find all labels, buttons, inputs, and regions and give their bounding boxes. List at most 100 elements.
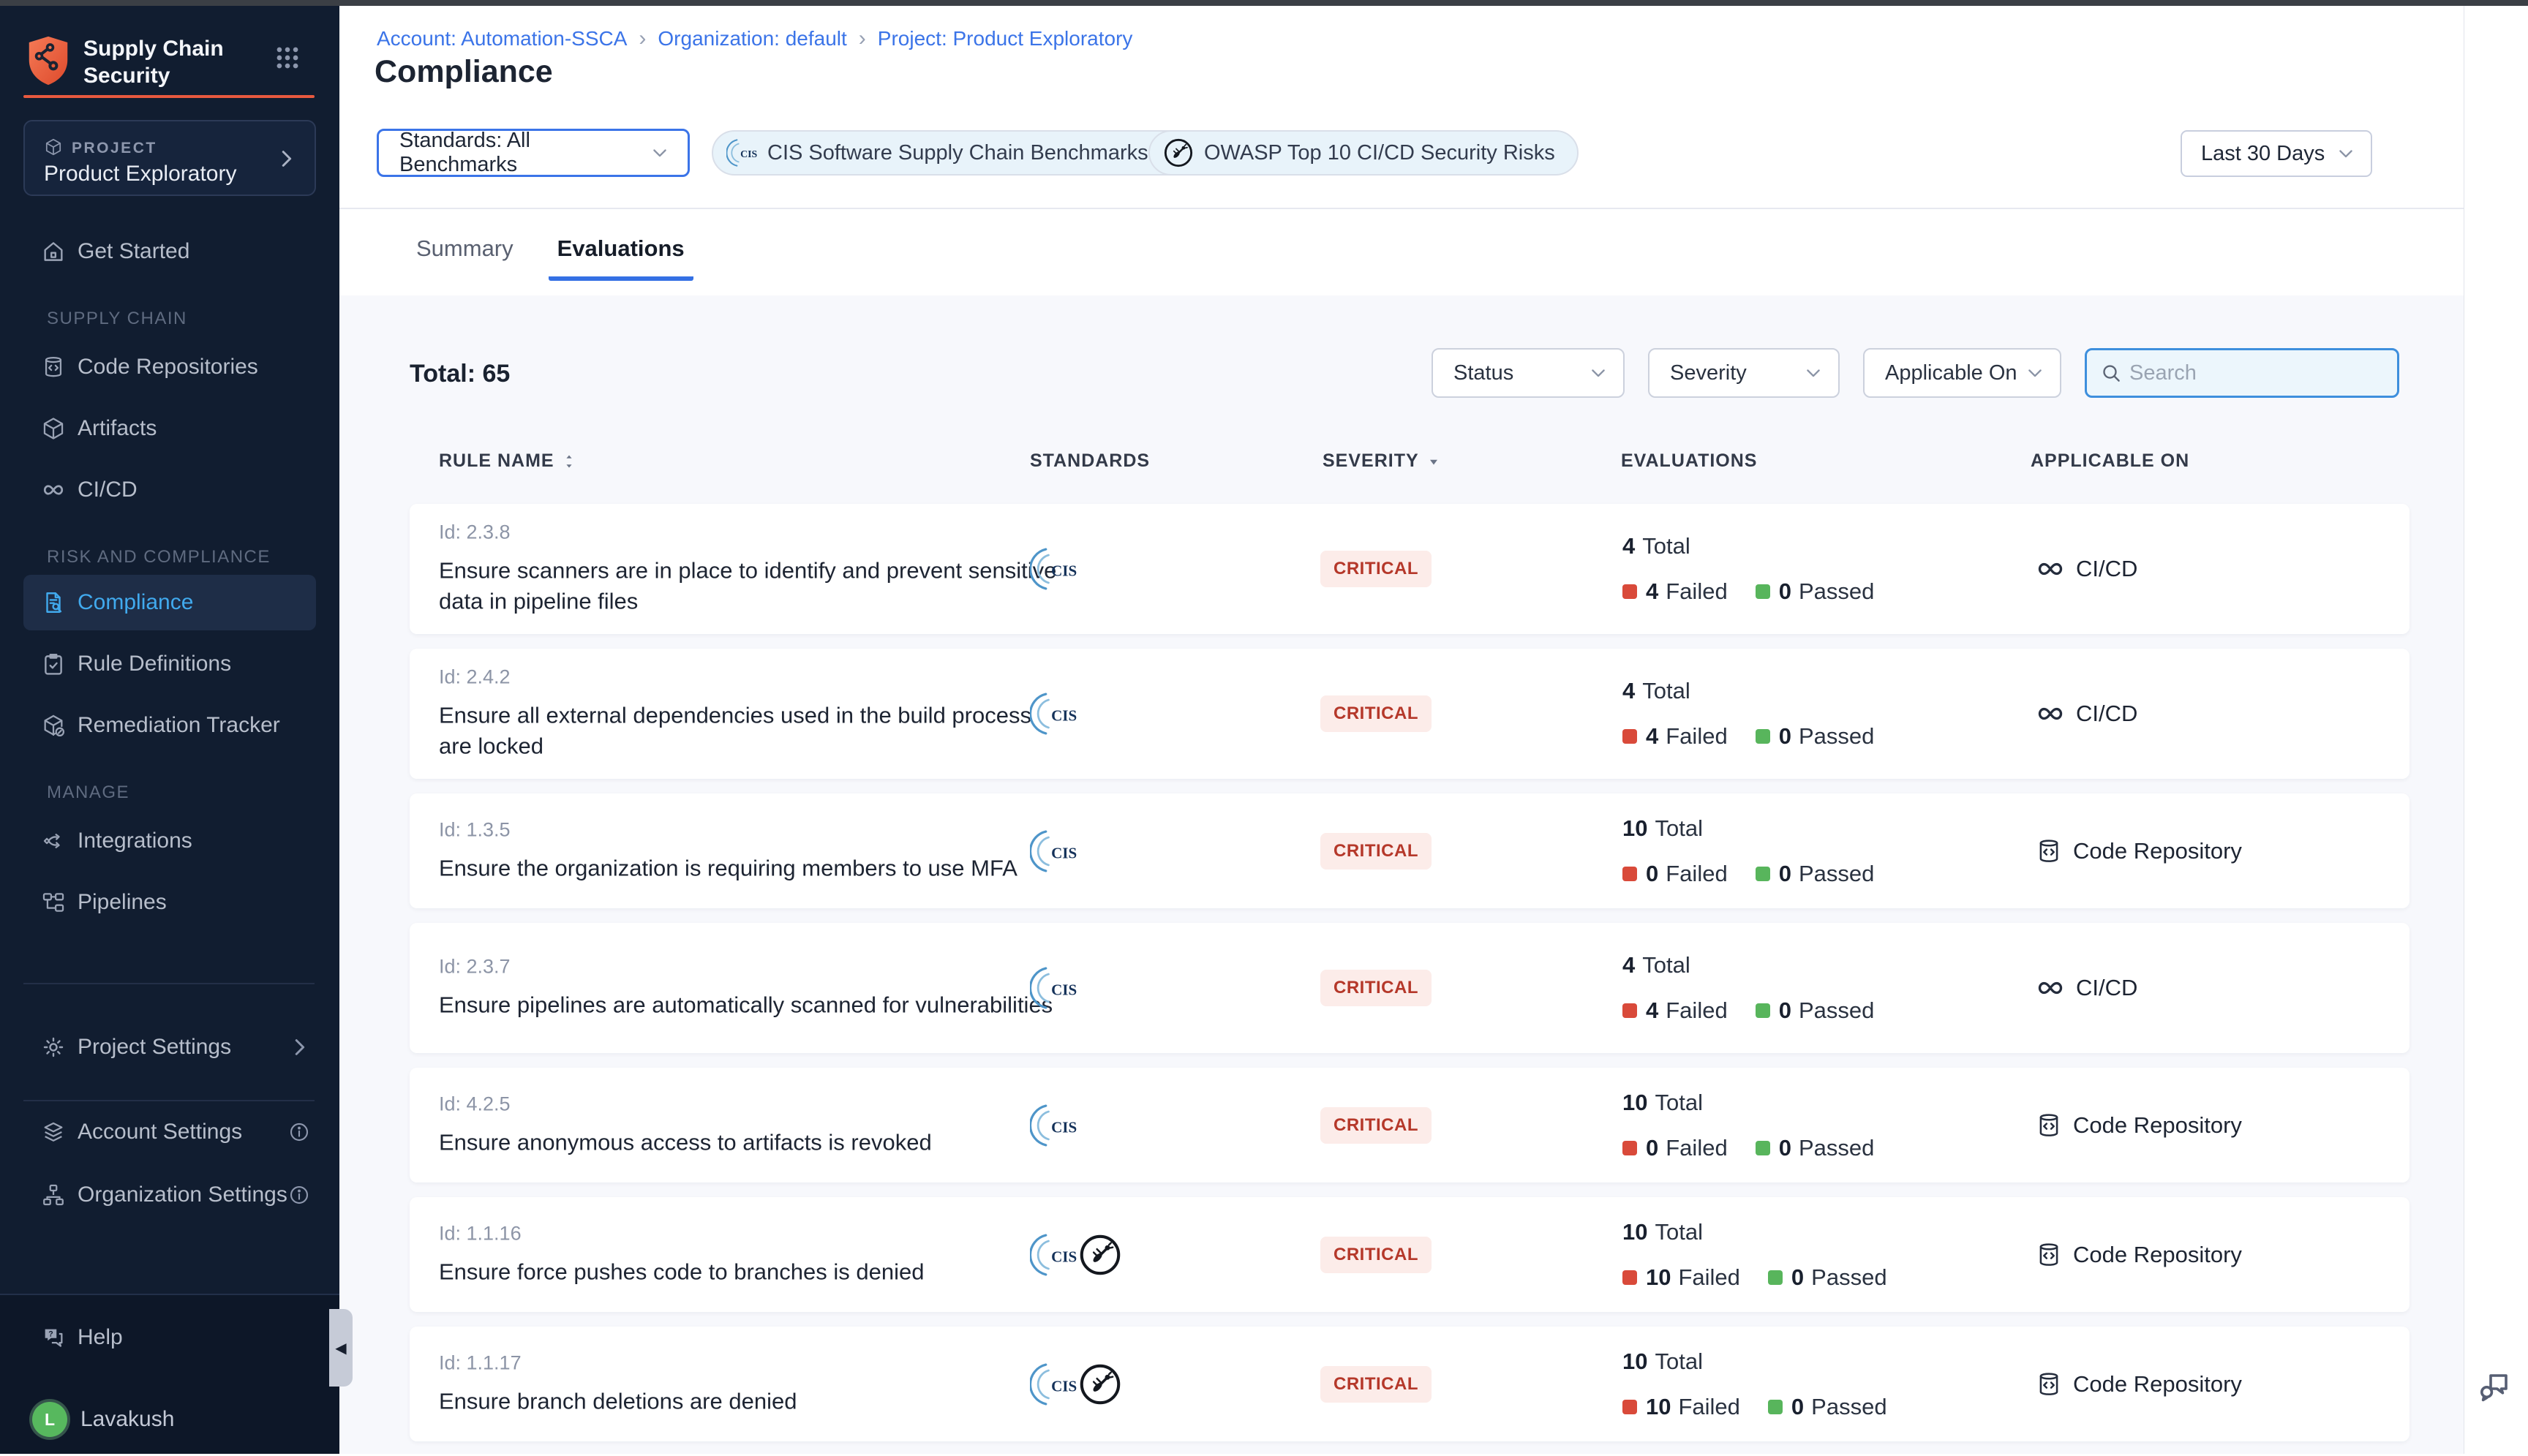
info-icon: [288, 1184, 310, 1206]
sidebar-item-label: CI/CD: [78, 478, 138, 502]
sidebar-item-project-settings[interactable]: Project Settings: [0, 1016, 339, 1078]
chevron-down-icon: [1803, 363, 1824, 383]
tab-summary[interactable]: Summary: [407, 209, 522, 281]
rule-id: Id: 2.3.7: [439, 956, 1053, 978]
sidebar-item-label: Pipelines: [78, 890, 167, 915]
evaluations-cell: 4Total 4Failed 0Passed: [1622, 952, 1874, 1024]
sidebar-item-label: Organization Settings: [78, 1182, 287, 1207]
svg-text:CIS: CIS: [740, 148, 757, 159]
project-selector[interactable]: PROJECT Product Exploratory: [23, 120, 316, 196]
chevron-down-icon: [650, 143, 670, 163]
rule-id: Id: 4.2.5: [439, 1093, 932, 1115]
applicable-on-filter-dropdown[interactable]: Applicable On: [1863, 348, 2061, 398]
rules-table-body: Id: 2.3.8 Ensure scanners are in place t…: [410, 504, 2410, 1456]
evaluations-cell: 4Total 4Failed 0Passed: [1622, 533, 1874, 605]
support-chat-icon[interactable]: [2477, 1369, 2512, 1404]
table-row[interactable]: Id: 4.2.5 Ensure anonymous access to art…: [410, 1068, 2410, 1182]
date-range-dropdown[interactable]: Last 30 Days: [2181, 130, 2372, 177]
sidebar-item-artifacts[interactable]: Artifacts: [0, 398, 339, 459]
breadcrumb-separator: ›: [859, 26, 866, 51]
sidebar-item-integrations[interactable]: Integrations: [0, 810, 339, 872]
cis-logo-icon: CIS: [1030, 1102, 1077, 1149]
rule-name: Ensure force pushes code to branches is …: [439, 1256, 924, 1287]
sort-desc-icon[interactable]: [1425, 453, 1442, 470]
svg-text:CIS: CIS: [1051, 844, 1077, 861]
search-box[interactable]: [2085, 348, 2399, 398]
evaluations-cell: 10Total 0Failed 0Passed: [1622, 1090, 1874, 1161]
breadcrumb-separator: ›: [639, 26, 646, 51]
failed-indicator: [1622, 1141, 1637, 1155]
severity-badge: CRITICAL: [1320, 1107, 1432, 1144]
clipboard-icon: [41, 652, 66, 676]
severity-badge: CRITICAL: [1320, 695, 1432, 732]
evaluations-cell: 10Total 0Failed 0Passed: [1622, 815, 1874, 887]
cis-benchmark-chip[interactable]: CIS CIS Software Supply Chain Benchmarks…: [712, 130, 1207, 176]
sidebar-item-rule-definitions[interactable]: Rule Definitions: [0, 633, 339, 695]
app-switcher-grid-icon[interactable]: [274, 44, 301, 72]
table-row[interactable]: Id: 1.1.17 Ensure branch deletions are d…: [410, 1327, 2410, 1441]
project-cube-icon: [44, 137, 63, 156]
passed-indicator: [1768, 1270, 1783, 1285]
sidebar-item-label: Account Settings: [78, 1120, 242, 1144]
user-name: Lavakush: [80, 1407, 174, 1432]
sidebar-item-code-repositories[interactable]: Code Repositories: [0, 336, 339, 398]
sidebar-item-organization-settings[interactable]: Organization Settings: [0, 1164, 339, 1226]
sidebar-item-label: Compliance: [78, 590, 193, 615]
column-evaluations: EVALUATIONS: [1621, 450, 1757, 472]
sidebar-item-label: Remediation Tracker: [78, 713, 280, 738]
applicable-on-cell: Code Repository: [2035, 1370, 2242, 1398]
table-row[interactable]: Id: 1.3.5 Ensure the organization is req…: [410, 793, 2410, 908]
sort-icon[interactable]: [560, 453, 578, 470]
help-chat-icon: ?: [41, 1325, 66, 1350]
sidebar-item-compliance[interactable]: Compliance: [23, 575, 316, 630]
chev-right-icon: [288, 1036, 310, 1058]
failed-indicator: [1622, 1270, 1637, 1285]
table-row[interactable]: Id: 2.4.2 Ensure all external dependenci…: [410, 649, 2410, 779]
table-row[interactable]: Id: 2.3.7 Ensure pipelines are automatic…: [410, 923, 2410, 1053]
severity-badge: CRITICAL: [1320, 551, 1432, 587]
rule-id: Id: 1.1.16: [439, 1222, 924, 1245]
standards-cell: CIS: [1030, 546, 1077, 592]
help-button[interactable]: ? Help: [41, 1307, 123, 1368]
svg-text:CIS: CIS: [1051, 1248, 1077, 1265]
severity-badge: CRITICAL: [1320, 1237, 1432, 1273]
severity-filter-dropdown[interactable]: Severity: [1648, 348, 1840, 398]
breadcrumb-organization-link[interactable]: Organization: default: [658, 27, 846, 50]
nav-section-label: RISK AND COMPLIANCE: [0, 547, 339, 569]
applicable-on-cell: Code Repository: [2035, 1112, 2242, 1139]
repo-icon: [2035, 837, 2063, 865]
project-label: PROJECT: [72, 140, 157, 157]
breadcrumb-project-link[interactable]: Project: Product Exploratory: [878, 27, 1133, 50]
applicable-on-cell: CI/CD: [2035, 554, 2137, 584]
applicable-on-label: Code Repository: [2073, 1112, 2242, 1139]
severity-badge: CRITICAL: [1320, 833, 1432, 870]
breadcrumb-account-link[interactable]: Account: Automation-SSCA: [377, 27, 627, 50]
cis-logo-icon: CIS: [1030, 1361, 1077, 1408]
sidebar-nav: Get StartedSUPPLY CHAINCode Repositories…: [0, 221, 339, 933]
infinity-icon: [41, 478, 66, 502]
owasp-logo-icon: [1078, 1362, 1122, 1406]
sidebar-collapse-handle[interactable]: ◀: [329, 1309, 353, 1387]
owasp-benchmark-chip[interactable]: OWASP Top 10 CI/CD Security Risks: [1148, 130, 1579, 176]
standards-cell: CIS: [1030, 690, 1077, 737]
org-icon: [41, 1182, 66, 1207]
sidebar-item-account-settings[interactable]: Account Settings: [0, 1101, 339, 1163]
sidebar-item-label: Artifacts: [78, 416, 157, 441]
sidebar-item-get-started[interactable]: Get Started: [0, 221, 339, 282]
chevron-down-icon: [2336, 143, 2356, 164]
table-row[interactable]: Id: 1.1.16 Ensure force pushes code to b…: [410, 1197, 2410, 1312]
sidebar-item-ci-cd[interactable]: CI/CD: [0, 459, 339, 521]
status-filter-dropdown[interactable]: Status: [1432, 348, 1625, 398]
rule-name: Ensure all external dependencies used in…: [439, 701, 1061, 762]
cis-logo-icon: CIS: [1030, 546, 1077, 592]
search-input[interactable]: [2129, 361, 2384, 385]
user-menu[interactable]: L Lavakush: [32, 1389, 174, 1450]
tab-evaluations[interactable]: Evaluations: [549, 209, 693, 281]
table-row[interactable]: Id: 2.3.8 Ensure scanners are in place t…: [410, 504, 2410, 634]
standards-dropdown[interactable]: Standards: All Benchmarks: [377, 129, 690, 177]
severity-badge: CRITICAL: [1320, 1366, 1432, 1403]
sidebar-item-pipelines[interactable]: Pipelines: [0, 872, 339, 933]
sidebar-item-remediation-tracker[interactable]: Remediation Tracker: [0, 695, 339, 756]
rule-name: Ensure the organization is requiring mem…: [439, 853, 1017, 883]
pipeline-icon: [41, 890, 66, 915]
